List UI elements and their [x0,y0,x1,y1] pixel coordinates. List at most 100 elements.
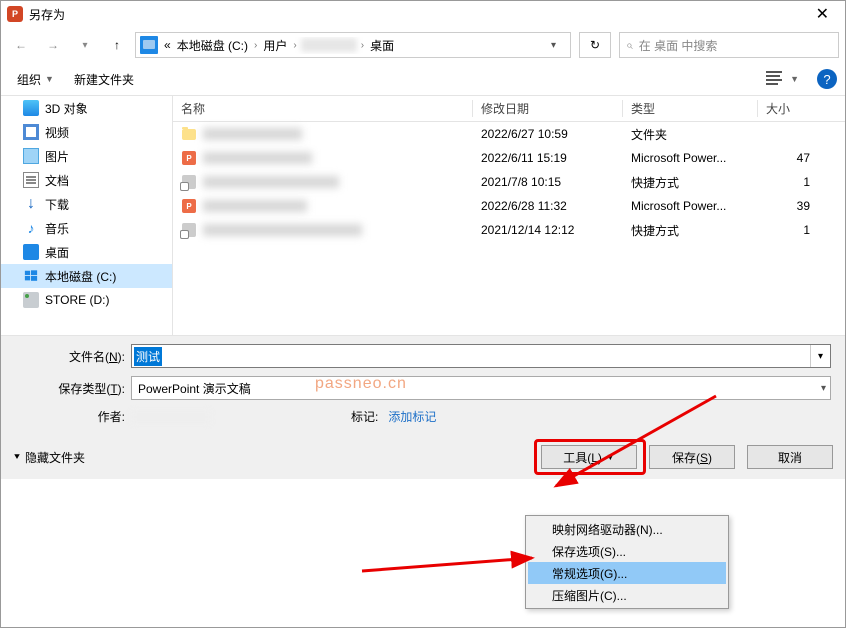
file-date: 2022/6/11 15:19 [473,151,623,165]
search-input[interactable]: ⌕ 在 桌面 中搜索 [619,32,839,58]
mi-drive-icon [23,292,39,308]
menu-item[interactable]: 常规选项(G)... [528,562,726,584]
sidebar-item-label: 音乐 [45,220,69,237]
sidebar-item[interactable]: STORE (D:) [1,288,172,312]
breadcrumb-item[interactable]: 桌面 [368,37,396,54]
file-list: 2022/6/27 10:59文件夹 P 2022/6/11 15:19 Micros… [173,122,845,242]
column-name[interactable]: 名称 [173,100,473,117]
file-row[interactable]: 2021/7/8 10:15快捷方式1 [173,170,845,194]
chevron-down-icon: ▾ [821,383,826,394]
mi-win-icon [23,268,39,284]
chevron-right-icon: › [291,40,298,51]
menu-item[interactable]: 压缩图片(C)... [528,584,726,606]
sidebar-item-label: 文档 [45,172,69,189]
author-label: 作者: [35,408,131,425]
file-size: 39 [758,199,818,213]
file-size: 1 [758,175,818,189]
file-list-header: 名称 修改日期 类型 大小 [173,96,845,122]
sidebar-item-label: 视频 [45,124,69,141]
breadcrumb-item[interactable]: 用户 [261,37,289,54]
sidebar-item-label: 桌面 [45,244,69,261]
location-icon [140,36,158,54]
address-dropdown[interactable]: ▾ [541,40,566,51]
sidebar-item[interactable]: ♪ 音乐 [1,216,172,240]
file-name-redacted [203,152,312,164]
sidebar-item[interactable]: 桌面 [1,240,172,264]
search-icon: ⌕ [626,38,633,53]
file-row[interactable]: 2022/6/27 10:59文件夹 [173,122,845,146]
sidebar-item[interactable]: 图片 [1,144,172,168]
filename-input[interactable]: 测试 ▾ [131,344,831,368]
address-bar[interactable]: « 本地磁盘 (C:) › 用户 › › 桌面 ▾ [135,32,571,58]
cancel-button[interactable]: 取消 [747,445,833,469]
file-date: 2022/6/28 11:32 [473,199,623,213]
new-folder-button[interactable]: 新建文件夹 [66,67,142,92]
annotation-arrow [357,546,547,576]
sidebar-item-label: 下载 [45,196,69,213]
file-date: 2022/6/27 10:59 [473,127,623,141]
sidebar-item[interactable]: 3D 对象 [1,96,172,120]
folder-icon [181,126,197,142]
mi-music-icon: ♪ [23,220,39,236]
menu-item[interactable]: 保存选项(S)... [528,540,726,562]
tags-value[interactable]: 添加标记 [384,408,440,425]
help-button[interactable]: ? [817,69,837,89]
chevron-down-icon: ⯆ [13,452,21,463]
explorer-pane: 3D 对象视频图片文档 ↓ 下载 ♪ 音乐桌面本地磁盘 (C:) STORE (D:) 名… [1,96,845,336]
menu-item[interactable]: 映射网络驱动器(N)... [528,518,726,540]
chevron-down-icon: ▼ [606,452,615,462]
breadcrumb[interactable]: « 本地磁盘 (C:) › 用户 › › 桌面 [158,37,541,54]
chevron-right-icon: › [359,40,366,51]
title-bar: P 另存为 ✕ [1,1,845,27]
view-options-button[interactable]: ▼ [760,69,805,89]
refresh-button[interactable]: ↻ [579,32,611,58]
file-row[interactable]: P2022/6/11 15:19Microsoft Power...47 [173,146,845,170]
pptx-icon: P [181,150,197,166]
save-panel: 文件名(N): 测试 ▾ 保存类型(T): PowerPoint 演示文稿 ▾ … [1,336,845,439]
chevron-right-icon: › [252,40,259,51]
toolbar: 组织 ▼ 新建文件夹 ▼ ? [1,63,845,95]
file-name-redacted [203,128,302,140]
shortcut-icon [181,174,197,190]
breadcrumb-item-redacted[interactable] [301,38,357,52]
mi-dl-icon: ↓ [23,196,39,212]
file-type: Microsoft Power... [623,199,758,213]
sidebar-item[interactable]: ↓ 下载 [1,192,172,216]
sidebar-item-label: 3D 对象 [45,100,88,117]
nav-recent[interactable]: ▾ [71,31,99,59]
tools-button[interactable]: 工具(L) ▼ [541,445,637,469]
column-size[interactable]: 大小 [758,100,818,117]
sidebar-item-label: 本地磁盘 (C:) [45,268,116,285]
organize-button[interactable]: 组织 ▼ [9,67,62,92]
column-type[interactable]: 类型 [623,100,758,117]
file-date: 2021/7/8 10:15 [473,175,623,189]
mi-video-icon [23,124,39,140]
app-icon: P [7,6,23,22]
sidebar-item-label: STORE (D:) [45,293,109,307]
file-row[interactable]: P 2022/6/28 11:32Microsoft Power...39 [173,194,845,218]
file-name-redacted [203,200,307,212]
sidebar-item[interactable]: 本地磁盘 (C:) [1,264,172,288]
filetype-combo[interactable]: PowerPoint 演示文稿 ▾ [131,376,831,400]
filename-history-dropdown[interactable]: ▾ [810,345,830,367]
breadcrumb-item[interactable]: 本地磁盘 (C:) [175,37,250,54]
search-placeholder: 在 桌面 中搜索 [639,37,718,54]
pptx-icon: P [181,198,197,214]
save-button[interactable]: 保存(S) [649,445,735,469]
list-icon [766,71,786,87]
column-date[interactable]: 修改日期 [473,100,623,117]
nav-up[interactable]: ↑ [103,31,131,59]
mi-3d-icon [23,100,39,116]
filename-label: 文件名(N): [15,348,131,365]
chevron-down-icon: ▼ [45,74,54,84]
tools-dropdown-menu: 映射网络驱动器(N)...保存选项(S)...常规选项(G)...压缩图片(C)… [525,515,729,609]
sidebar-item[interactable]: 视频 [1,120,172,144]
close-button[interactable]: ✕ [806,2,839,26]
file-row[interactable]: 2021/12/14 12:12快捷方式1 [173,218,845,242]
author-value-redacted[interactable] [131,410,211,424]
breadcrumb-prefix: « [162,38,173,52]
tags-label: 标记: [351,408,384,425]
sidebar-item[interactable]: 文档 [1,168,172,192]
hide-folders-toggle[interactable]: ⯆ 隐藏文件夹 [13,449,529,466]
file-type: 快捷方式 [623,222,758,239]
